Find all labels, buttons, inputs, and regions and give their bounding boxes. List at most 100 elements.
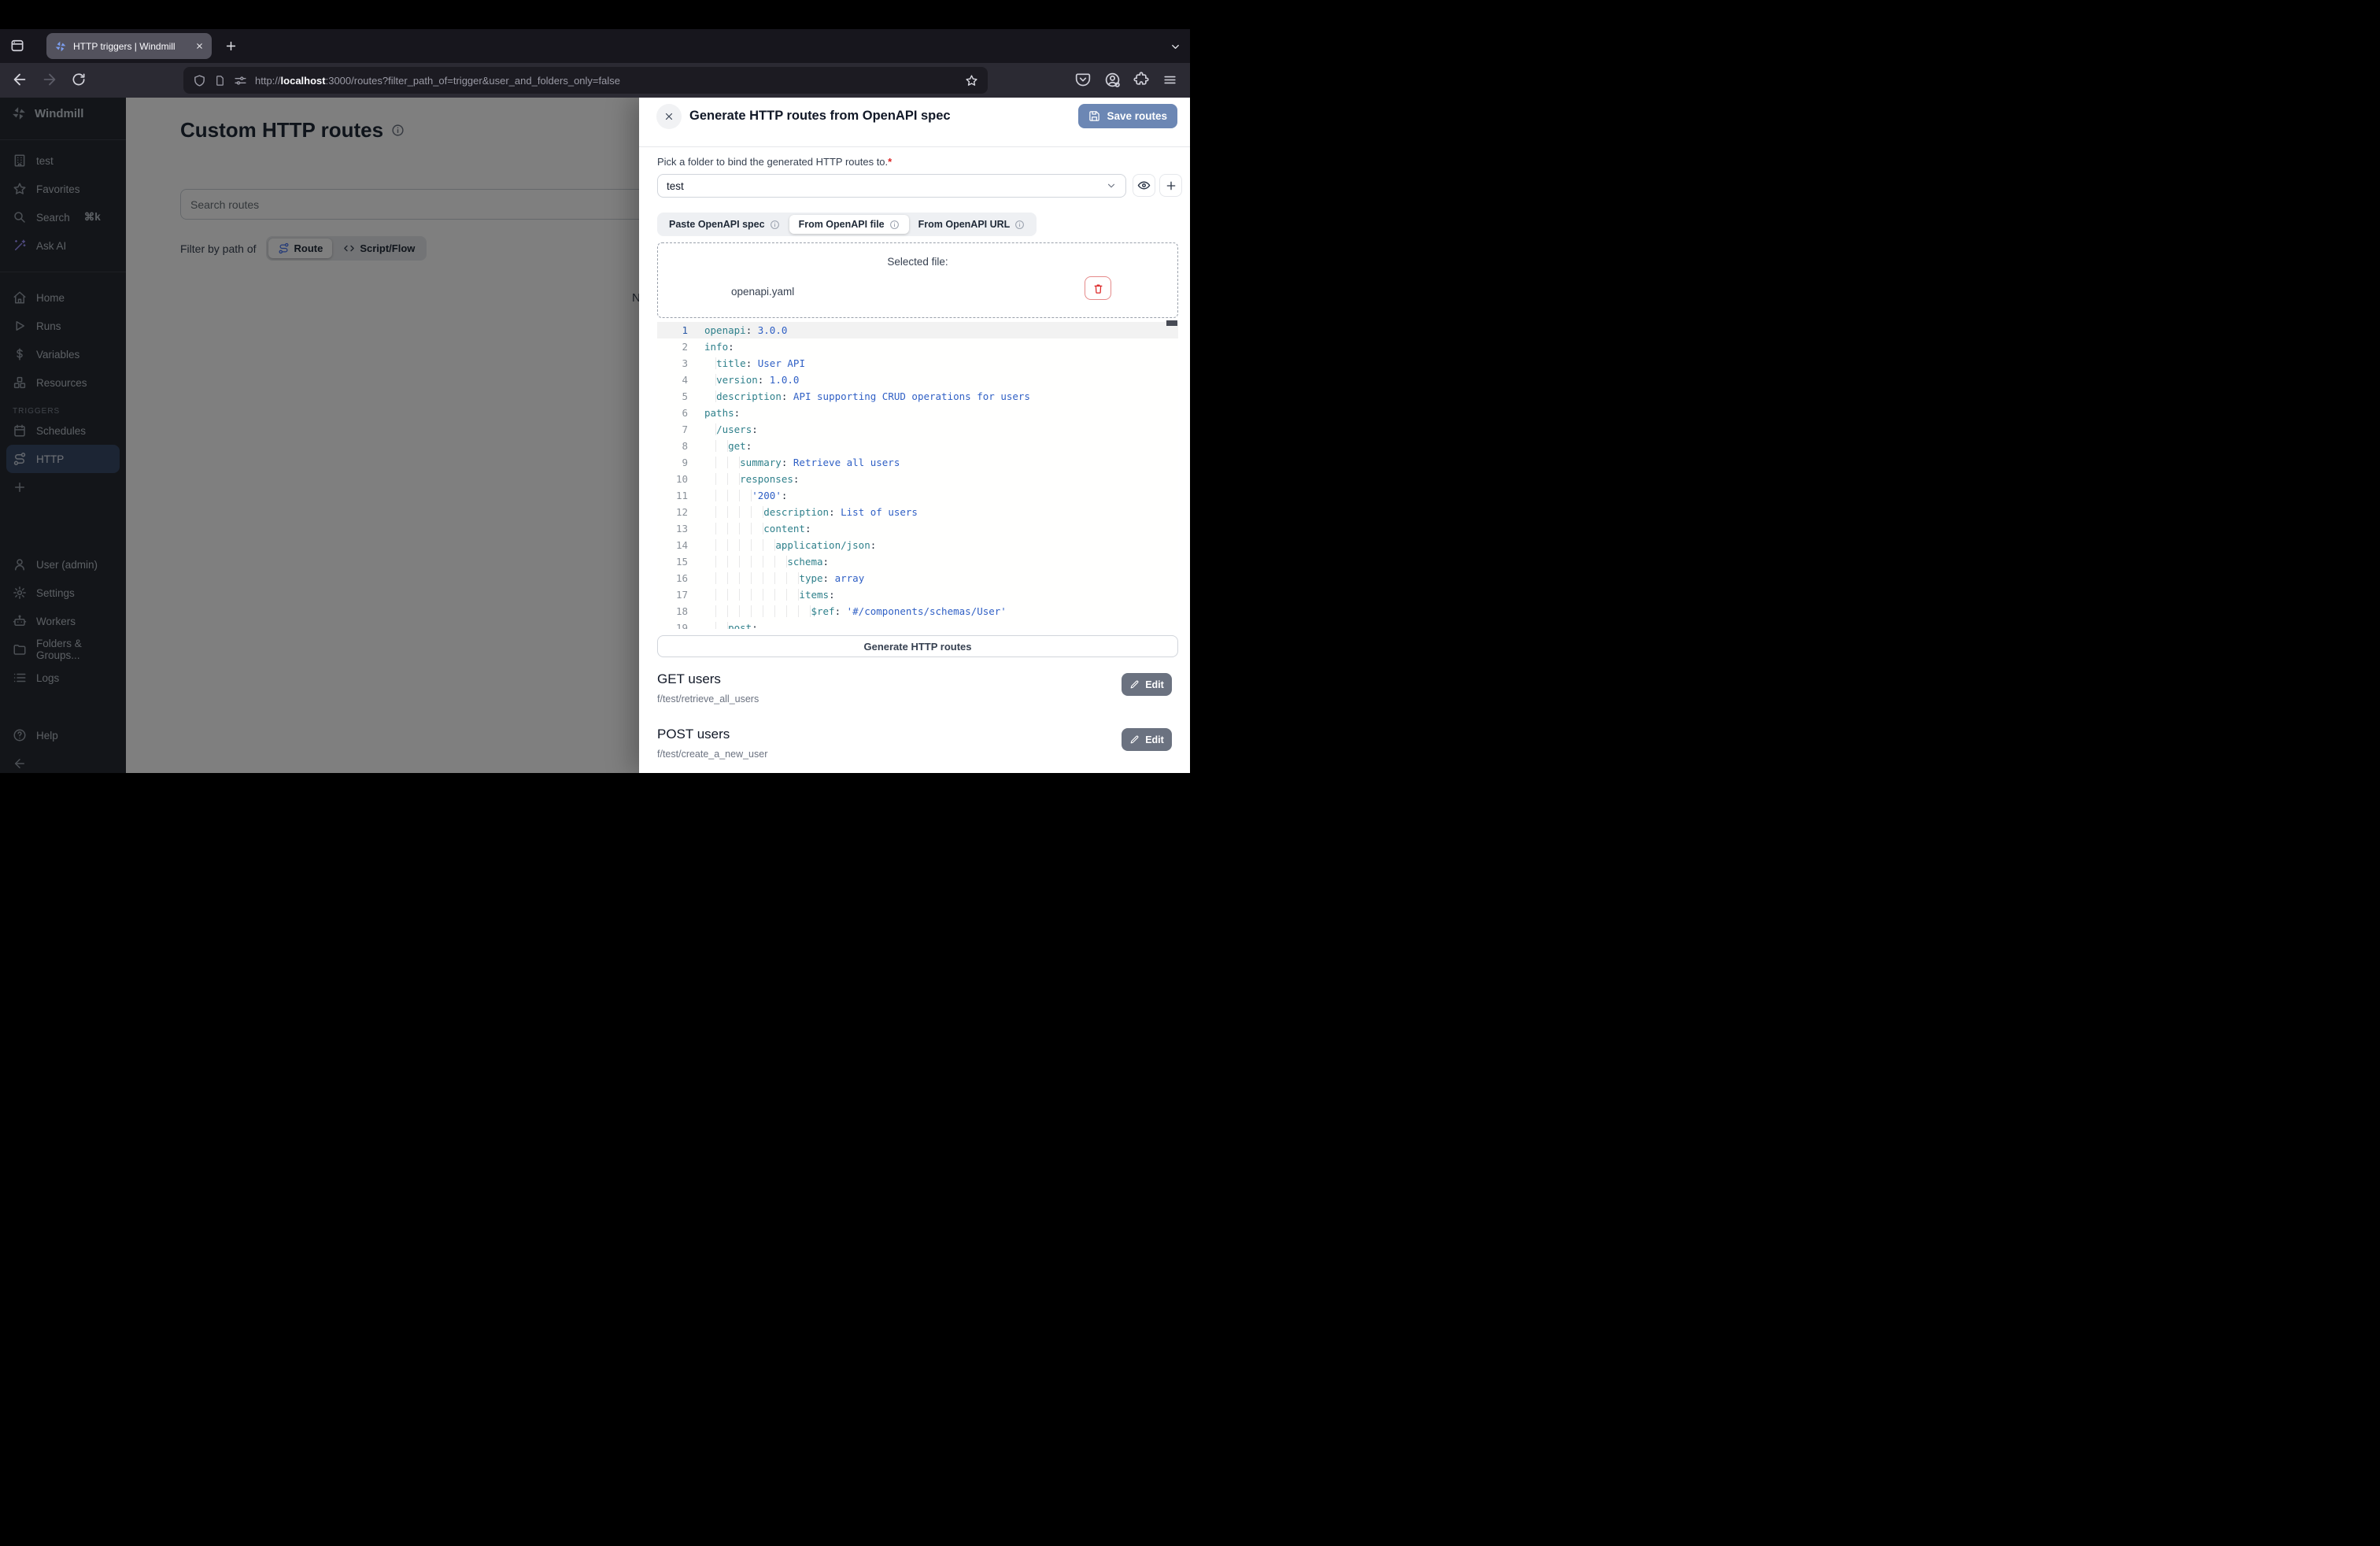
code-line: 18 $ref: '#/components/schemas/User' bbox=[657, 603, 1178, 620]
code-line: 14 application/json: bbox=[657, 537, 1178, 553]
tab-from-openapi-file[interactable]: From OpenAPI file bbox=[789, 215, 909, 234]
required-asterisk: * bbox=[888, 156, 892, 168]
reload-icon[interactable] bbox=[71, 72, 87, 87]
line-content: responses: bbox=[688, 471, 799, 487]
generated-route-row: GET users f/test/retrieve_all_users Edit bbox=[657, 668, 1178, 723]
tab-close-icon[interactable] bbox=[195, 42, 204, 50]
code-line: 5 description: API supporting CRUD opera… bbox=[657, 388, 1178, 405]
url-text: http://localhost:3000/routes?filter_path… bbox=[255, 75, 957, 87]
line-number: 17 bbox=[657, 586, 688, 603]
line-number: 3 bbox=[657, 355, 688, 372]
line-number: 19 bbox=[657, 620, 688, 629]
drawer-close-button[interactable] bbox=[656, 104, 682, 129]
page-info-icon[interactable] bbox=[214, 75, 226, 87]
firefox-view-icon[interactable] bbox=[9, 38, 25, 54]
selected-file-label: Selected file: bbox=[658, 256, 1177, 268]
list-tabs-chevron-icon[interactable] bbox=[1170, 41, 1181, 53]
edit-button-label: Edit bbox=[1145, 734, 1164, 745]
generate-routes-button[interactable]: Generate HTTP routes bbox=[657, 635, 1178, 657]
folder-picker-label: Pick a folder to bind the generated HTTP… bbox=[657, 156, 892, 168]
info-icon bbox=[889, 220, 900, 230]
openapi-code-editor[interactable]: 1openapi: 3.0.02info:3 title: User API4 … bbox=[657, 322, 1178, 629]
code-line: 7 /users: bbox=[657, 421, 1178, 438]
selected-file-name: openapi.yaml bbox=[731, 286, 794, 298]
plus-icon bbox=[1165, 179, 1177, 192]
line-number: 8 bbox=[657, 438, 688, 454]
code-line: 19 post: bbox=[657, 620, 1178, 629]
shield-icon[interactable] bbox=[193, 74, 206, 87]
chevron-down-icon bbox=[1106, 180, 1117, 191]
line-content: get: bbox=[688, 438, 752, 454]
line-content: application/json: bbox=[688, 537, 876, 553]
save-icon bbox=[1088, 110, 1100, 122]
route-path: f/test/create_a_new_user bbox=[657, 749, 767, 760]
line-number: 9 bbox=[657, 454, 688, 471]
tab-from-openapi-url[interactable]: From OpenAPI URL bbox=[909, 215, 1035, 234]
edit-route-button[interactable]: Edit bbox=[1122, 728, 1172, 751]
menu-hamburger-icon[interactable] bbox=[1162, 72, 1177, 87]
forward-icon[interactable] bbox=[41, 71, 58, 88]
route-path: f/test/retrieve_all_users bbox=[657, 693, 759, 705]
line-content: '200': bbox=[688, 487, 787, 504]
pencil-icon bbox=[1129, 734, 1140, 745]
folder-select[interactable]: test bbox=[657, 174, 1126, 198]
view-folder-button[interactable] bbox=[1133, 174, 1155, 197]
line-number: 11 bbox=[657, 487, 688, 504]
line-number: 13 bbox=[657, 520, 688, 537]
line-content: /users: bbox=[688, 421, 758, 438]
code-line: 15 schema: bbox=[657, 553, 1178, 570]
back-icon[interactable] bbox=[11, 71, 28, 88]
line-content: summary: Retrieve all users bbox=[688, 454, 900, 471]
drawer-title: Generate HTTP routes from OpenAPI spec bbox=[689, 109, 951, 124]
line-number: 4 bbox=[657, 372, 688, 388]
modal-overlay[interactable] bbox=[0, 98, 639, 773]
web-page: Windmill testFavoritesSearch⌘kAsk AI Hom… bbox=[0, 98, 1190, 773]
line-content: info: bbox=[688, 338, 734, 355]
line-number: 2 bbox=[657, 338, 688, 355]
code-line: 16 type: array bbox=[657, 570, 1178, 586]
remove-file-button[interactable] bbox=[1085, 276, 1111, 300]
info-icon bbox=[770, 220, 780, 230]
line-content: version: 1.0.0 bbox=[688, 372, 799, 388]
line-content: $ref: '#/components/schemas/User' bbox=[688, 603, 1007, 620]
code-line: 1openapi: 3.0.0 bbox=[657, 322, 1178, 338]
line-number: 14 bbox=[657, 537, 688, 553]
screen: HTTP triggers | Windmill bbox=[0, 0, 1190, 773]
tab-label: From OpenAPI file bbox=[799, 219, 885, 230]
save-routes-button[interactable]: Save routes bbox=[1078, 104, 1177, 128]
tab-paste-openapi-spec[interactable]: Paste OpenAPI spec bbox=[660, 215, 789, 234]
code-line: 9 summary: Retrieve all users bbox=[657, 454, 1178, 471]
code-line: 13 content: bbox=[657, 520, 1178, 537]
line-content: post: bbox=[688, 620, 758, 629]
line-number: 7 bbox=[657, 421, 688, 438]
new-tab-icon[interactable] bbox=[224, 39, 238, 53]
drawer-divider bbox=[639, 146, 1190, 147]
tab-strip: HTTP triggers | Windmill bbox=[0, 29, 1190, 63]
add-folder-button[interactable] bbox=[1159, 174, 1182, 197]
line-content: openapi: 3.0.0 bbox=[688, 322, 787, 338]
close-icon bbox=[663, 111, 674, 122]
tab-label: Paste OpenAPI spec bbox=[669, 219, 765, 230]
permissions-sliders-icon[interactable] bbox=[234, 74, 247, 87]
line-number: 10 bbox=[657, 471, 688, 487]
edit-button-label: Edit bbox=[1145, 679, 1164, 690]
pencil-icon bbox=[1129, 679, 1140, 690]
line-content: content: bbox=[688, 520, 811, 537]
editor-scrollbar-thumb[interactable] bbox=[1166, 320, 1177, 326]
browser-tab[interactable]: HTTP triggers | Windmill bbox=[46, 33, 212, 59]
code-line: 2info: bbox=[657, 338, 1178, 355]
code-line: 17 items: bbox=[657, 586, 1178, 603]
bookmark-star-icon[interactable] bbox=[965, 74, 978, 87]
line-content: title: User API bbox=[688, 355, 805, 372]
extensions-puzzle-icon[interactable] bbox=[1133, 72, 1149, 87]
line-number: 1 bbox=[657, 322, 688, 338]
eye-icon bbox=[1137, 179, 1151, 192]
selected-file-box: Selected file: openapi.yaml bbox=[657, 242, 1178, 318]
code-line: 8 get: bbox=[657, 438, 1178, 454]
info-icon bbox=[1014, 220, 1025, 230]
url-bar[interactable]: http://localhost:3000/routes?filter_path… bbox=[183, 67, 988, 94]
edit-route-button[interactable]: Edit bbox=[1122, 673, 1172, 696]
pocket-icon[interactable] bbox=[1075, 72, 1091, 87]
route-title: GET users bbox=[657, 671, 721, 687]
account-icon[interactable] bbox=[1104, 72, 1121, 88]
